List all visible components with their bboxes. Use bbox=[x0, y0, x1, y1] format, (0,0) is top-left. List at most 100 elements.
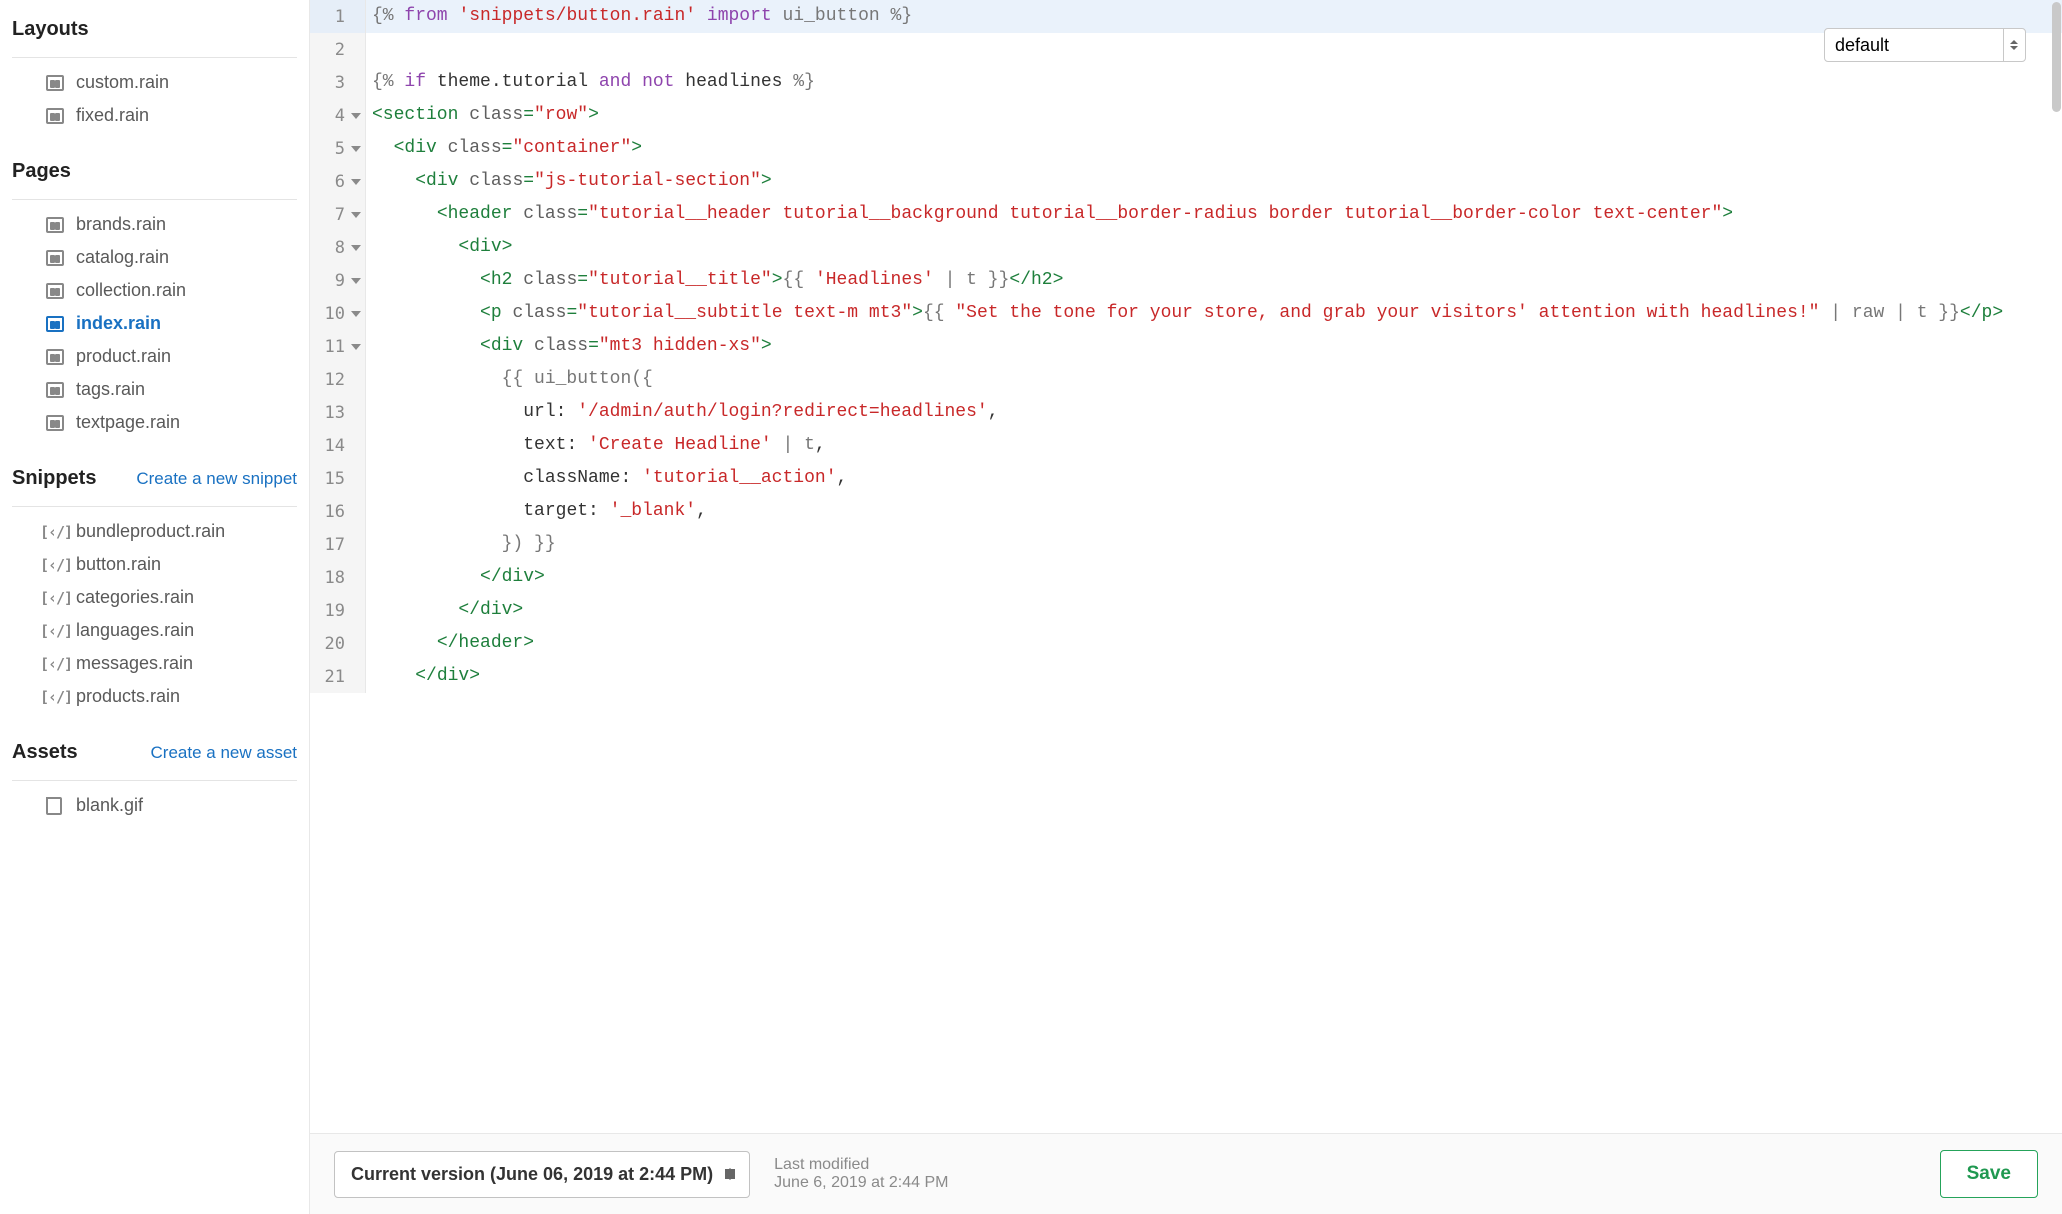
file-item[interactable]: textpage.rain bbox=[0, 406, 309, 439]
last-modified-info: Last modified June 6, 2019 at 2:44 PM bbox=[774, 1156, 948, 1192]
code-line[interactable]: <p class="tutorial__subtitle text-m mt3"… bbox=[366, 297, 2062, 330]
create-new-link[interactable]: Create a new asset bbox=[151, 743, 297, 763]
code-line[interactable]: <div class="mt3 hidden-xs"> bbox=[366, 330, 2062, 363]
line-number[interactable]: 20 bbox=[310, 627, 365, 660]
file-item[interactable]: categories.rain bbox=[0, 581, 309, 614]
file-label: fixed.rain bbox=[76, 105, 149, 126]
code-line[interactable]: }) }} bbox=[366, 528, 2062, 561]
code-line[interactable] bbox=[366, 33, 2062, 66]
file-label: products.rain bbox=[76, 686, 180, 707]
file-item[interactable]: tags.rain bbox=[0, 373, 309, 406]
file-label: brands.rain bbox=[76, 214, 166, 235]
file-item[interactable]: fixed.rain bbox=[0, 99, 309, 132]
file-list: brands.rain catalog.rain collection.rain in… bbox=[0, 200, 309, 449]
line-number[interactable]: 10 bbox=[310, 297, 365, 330]
line-number[interactable]: 6 bbox=[310, 165, 365, 198]
file-label: custom.rain bbox=[76, 72, 169, 93]
file-label: textpage.rain bbox=[76, 412, 180, 433]
code-line[interactable]: {% if theme.tutorial and not headlines %… bbox=[366, 66, 2062, 99]
code-line[interactable]: <section class="row"> bbox=[366, 99, 2062, 132]
file-list: custom.rain fixed.rain bbox=[0, 58, 309, 142]
file-item[interactable]: brands.rain bbox=[0, 208, 309, 241]
line-number[interactable]: 11 bbox=[310, 330, 365, 363]
code-line[interactable]: <div class="container"> bbox=[366, 132, 2062, 165]
save-button[interactable]: Save bbox=[1940, 1150, 2038, 1198]
code-icon bbox=[46, 524, 66, 540]
line-number[interactable]: 1 bbox=[310, 0, 365, 33]
version-dropdown[interactable]: Current version (June 06, 2019 at 2:44 P… bbox=[334, 1151, 750, 1198]
line-number[interactable]: 7 bbox=[310, 198, 365, 231]
code-line[interactable]: <h2 class="tutorial__title">{{ 'Headline… bbox=[366, 264, 2062, 297]
code-icon bbox=[46, 590, 66, 606]
line-number[interactable]: 5 bbox=[310, 132, 365, 165]
code-line[interactable]: </div> bbox=[366, 561, 2062, 594]
scrollbar-thumb[interactable] bbox=[2052, 2, 2061, 112]
code-line[interactable]: {{ ui_button({ bbox=[366, 363, 2062, 396]
line-number[interactable]: 2 bbox=[310, 33, 365, 66]
line-number[interactable]: 21 bbox=[310, 660, 365, 693]
code-icon bbox=[46, 557, 66, 573]
line-number[interactable]: 17 bbox=[310, 528, 365, 561]
code-line[interactable]: <div class="js-tutorial-section"> bbox=[366, 165, 2062, 198]
file-item[interactable]: blank.gif bbox=[0, 789, 309, 822]
file-list: blank.gif bbox=[0, 781, 309, 832]
chevron-updown-icon bbox=[725, 1168, 735, 1180]
code-line[interactable]: text: 'Create Headline' | t, bbox=[366, 429, 2062, 462]
line-number[interactable]: 19 bbox=[310, 594, 365, 627]
layout-icon bbox=[46, 349, 64, 365]
code-icon bbox=[46, 623, 66, 639]
section-title: Snippets bbox=[12, 467, 96, 490]
code-editor[interactable]: default 12345678910111213141516171819202… bbox=[310, 0, 2062, 1133]
file-list: bundleproduct.rainbutton.raincategories.… bbox=[0, 507, 309, 723]
sidebar: Layouts custom.rain fixed.rain Pages brands.… bbox=[0, 0, 310, 1214]
code-line[interactable]: {% from 'snippets/button.rain' import ui… bbox=[366, 0, 2062, 33]
line-number[interactable]: 14 bbox=[310, 429, 365, 462]
file-item[interactable]: products.rain bbox=[0, 680, 309, 713]
section-title: Pages bbox=[12, 160, 71, 183]
code-line[interactable]: </header> bbox=[366, 627, 2062, 660]
line-number[interactable]: 13 bbox=[310, 396, 365, 429]
section-title: Assets bbox=[12, 741, 78, 764]
file-label: blank.gif bbox=[76, 795, 143, 816]
file-item[interactable]: collection.rain bbox=[0, 274, 309, 307]
create-new-link[interactable]: Create a new snippet bbox=[136, 469, 297, 489]
code-line[interactable]: className: 'tutorial__action', bbox=[366, 462, 2062, 495]
code-line[interactable]: </div> bbox=[366, 660, 2062, 693]
file-item[interactable]: custom.rain bbox=[0, 66, 309, 99]
section-header: Snippets Create a new snippet bbox=[0, 449, 309, 500]
version-label: Current version (June 06, 2019 at 2:44 P… bbox=[351, 1164, 713, 1185]
file-item[interactable]: bundleproduct.rain bbox=[0, 515, 309, 548]
code-line[interactable]: <div> bbox=[366, 231, 2062, 264]
layout-select[interactable]: default bbox=[1825, 31, 2025, 59]
line-number[interactable]: 3 bbox=[310, 66, 365, 99]
line-number[interactable]: 16 bbox=[310, 495, 365, 528]
file-item[interactable]: languages.rain bbox=[0, 614, 309, 647]
layout-icon bbox=[46, 108, 64, 124]
file-label: collection.rain bbox=[76, 280, 186, 301]
code-line[interactable]: target: '_blank', bbox=[366, 495, 2062, 528]
file-label: product.rain bbox=[76, 346, 171, 367]
code-line[interactable]: </div> bbox=[366, 594, 2062, 627]
section-header: Pages bbox=[0, 142, 309, 193]
line-number[interactable]: 18 bbox=[310, 561, 365, 594]
footer-bar: Current version (June 06, 2019 at 2:44 P… bbox=[310, 1133, 2062, 1214]
code-icon bbox=[46, 689, 66, 705]
line-number[interactable]: 9 bbox=[310, 264, 365, 297]
layout-dropdown[interactable]: default bbox=[1824, 28, 2026, 62]
file-item[interactable]: catalog.rain bbox=[0, 241, 309, 274]
file-item[interactable]: button.rain bbox=[0, 548, 309, 581]
file-item[interactable]: messages.rain bbox=[0, 647, 309, 680]
layout-icon bbox=[46, 415, 64, 431]
code-line[interactable]: <header class="tutorial__header tutorial… bbox=[366, 198, 2062, 231]
line-number[interactable]: 15 bbox=[310, 462, 365, 495]
file-label: catalog.rain bbox=[76, 247, 169, 268]
section-header: Layouts bbox=[0, 0, 309, 51]
section-header: Assets Create a new asset bbox=[0, 723, 309, 774]
code-line[interactable]: url: '/admin/auth/login?redirect=headlin… bbox=[366, 396, 2062, 429]
line-number[interactable]: 12 bbox=[310, 363, 365, 396]
layout-icon bbox=[46, 250, 64, 266]
line-number[interactable]: 4 bbox=[310, 99, 365, 132]
file-item[interactable]: index.rain bbox=[0, 307, 309, 340]
line-number[interactable]: 8 bbox=[310, 231, 365, 264]
file-item[interactable]: product.rain bbox=[0, 340, 309, 373]
